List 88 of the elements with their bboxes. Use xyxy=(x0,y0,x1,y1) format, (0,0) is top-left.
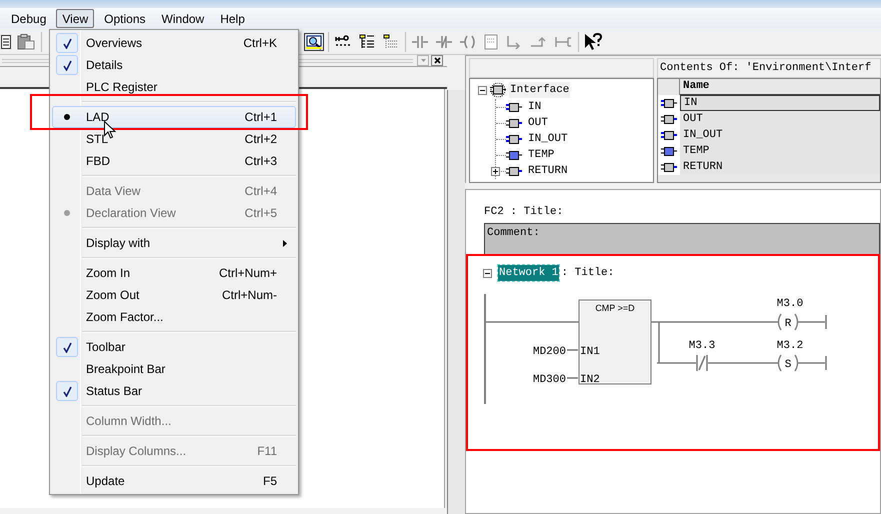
temp-port-icon xyxy=(661,146,677,156)
menu-item[interactable]: Details xyxy=(52,54,296,76)
operand-label: M3.2 xyxy=(776,340,804,352)
check-icon xyxy=(62,386,72,396)
operand-label: M3.3 xyxy=(688,340,716,352)
menu-bar-item[interactable]: Debug xyxy=(5,9,52,28)
menu-item[interactable]: PLC Register xyxy=(52,76,296,98)
wire xyxy=(797,321,826,323)
table-row[interactable]: TEMP xyxy=(680,143,880,159)
in-out-port-icon xyxy=(506,134,522,144)
menu-item[interactable]: Overviews Ctrl+K xyxy=(52,32,296,54)
tree-item[interactable]: Interface xyxy=(509,82,570,98)
caret-icon xyxy=(420,59,426,62)
menu-bar-item[interactable]: Window xyxy=(156,9,210,28)
temp-port-icon xyxy=(506,150,522,160)
wire xyxy=(567,349,579,351)
operand-label: MD200 xyxy=(532,346,566,358)
output-port-icon xyxy=(661,162,677,172)
table-row[interactable]: IN_OUT xyxy=(680,127,880,143)
coil xyxy=(778,354,798,372)
menu-bar-item[interactable]: Options xyxy=(98,9,152,28)
help-pointer-icon[interactable] xyxy=(584,32,602,50)
collapse-button[interactable] xyxy=(478,86,487,94)
tree-item[interactable]: TEMP xyxy=(528,146,554,164)
tree-item[interactable]: IN_OUT xyxy=(528,130,568,148)
in-out-port-icon xyxy=(661,130,677,140)
dotted-list-icon[interactable] xyxy=(383,34,399,50)
reset-coil-letter: R xyxy=(784,318,792,330)
block-title: FC2 : Title: xyxy=(484,205,564,220)
table-row[interactable]: RETURN xyxy=(680,159,880,175)
wire xyxy=(797,362,826,364)
normally-closed-contact xyxy=(696,354,708,372)
check-icon xyxy=(62,60,72,70)
collapse-button[interactable] xyxy=(483,268,492,278)
operand-label: M3.0 xyxy=(776,298,804,310)
menu-bar-item[interactable]: View xyxy=(56,9,94,28)
panel-title: Contents Of: 'Environment\Interf xyxy=(657,58,881,78)
normally-closed-contact-icon[interactable] xyxy=(436,34,452,48)
wire xyxy=(567,377,579,379)
network-icon[interactable] xyxy=(335,34,351,48)
plus-icon xyxy=(493,168,498,174)
output-port-icon xyxy=(506,118,522,128)
menu-item[interactable]: Display with xyxy=(52,232,296,254)
block-title: CMP >=D xyxy=(595,303,635,313)
check-icon xyxy=(62,342,72,352)
tree-item[interactable]: RETURN xyxy=(528,162,568,180)
output-port-icon xyxy=(661,114,677,124)
normally-open-contact-icon[interactable] xyxy=(412,34,428,48)
coil xyxy=(778,313,798,331)
minus-icon xyxy=(485,272,490,274)
menu-item[interactable]: Zoom In Ctrl+Num+ xyxy=(52,262,296,284)
menu-item[interactable]: STL Ctrl+2 xyxy=(52,128,296,150)
menu-item[interactable]: Zoom Factor... xyxy=(52,306,296,328)
menu-item[interactable]: Breakpoint Bar xyxy=(52,358,296,380)
menu-bar-item[interactable]: Help xyxy=(214,9,251,28)
check-icon xyxy=(62,38,72,48)
list-icon[interactable] xyxy=(359,34,375,50)
input-port-icon xyxy=(661,98,677,108)
pin-label: IN2 xyxy=(580,374,600,386)
coil-icon[interactable] xyxy=(460,34,476,48)
expand-button[interactable] xyxy=(491,166,500,176)
menu-item[interactable]: Status Bar xyxy=(52,380,296,402)
menu-item[interactable]: LAD Ctrl+1 xyxy=(52,106,296,128)
menu-item[interactable]: Zoom Out Ctrl+Num- xyxy=(52,284,296,306)
wire xyxy=(708,362,779,364)
input-port-icon xyxy=(506,102,522,112)
submenu-arrow-icon xyxy=(283,240,287,246)
magnifier-icon[interactable] xyxy=(304,32,324,50)
menu-item[interactable]: Update F5 xyxy=(52,470,296,492)
close-button[interactable] xyxy=(431,55,443,66)
comment-box[interactable]: Comment: xyxy=(484,223,880,256)
network-label[interactable]: Network 1 xyxy=(498,264,560,282)
menu-item[interactable]: Toolbar xyxy=(52,336,296,358)
document-icon[interactable] xyxy=(1,34,11,48)
empty-box-icon[interactable] xyxy=(484,34,498,50)
tree-item[interactable]: OUT xyxy=(528,114,548,132)
network-title: : Title: xyxy=(561,266,614,281)
tree-item[interactable]: IN xyxy=(528,98,542,116)
output-port-icon xyxy=(506,166,522,176)
clipboard-icon[interactable] xyxy=(17,34,35,50)
operand-label: MD300 xyxy=(532,374,566,386)
interface-icon xyxy=(490,83,506,97)
pin-label: IN1 xyxy=(580,346,600,358)
close-icon xyxy=(434,57,440,64)
set-coil-letter: S xyxy=(784,359,792,371)
table-row[interactable]: IN xyxy=(680,95,880,111)
table-row[interactable]: OUT xyxy=(680,111,880,127)
menu-item[interactable]: FBD Ctrl+3 xyxy=(52,150,296,172)
